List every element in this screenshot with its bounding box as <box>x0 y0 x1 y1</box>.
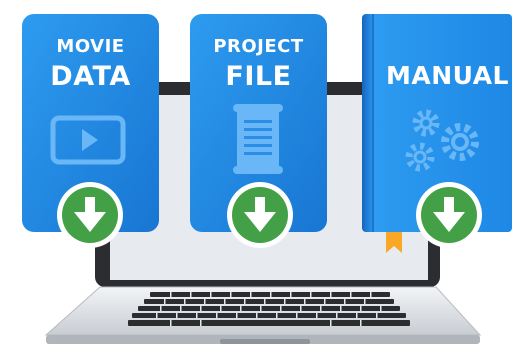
download-button-project[interactable] <box>227 182 293 248</box>
download-button-movie[interactable] <box>57 182 123 248</box>
card-title-manual: MANUAL <box>386 61 509 90</box>
document-scroll-icon <box>233 104 283 174</box>
card-title-line1: MOVIE <box>56 36 125 57</box>
card-title-line2: DATA <box>50 61 131 92</box>
illustration: MOVIE DATA PROJECT FILE MANUAL <box>0 0 517 353</box>
laptop-notch <box>220 339 310 344</box>
download-button-manual[interactable] <box>416 182 482 248</box>
card-title-line2: FILE <box>225 61 292 92</box>
card-title-line1: PROJECT <box>213 36 304 57</box>
